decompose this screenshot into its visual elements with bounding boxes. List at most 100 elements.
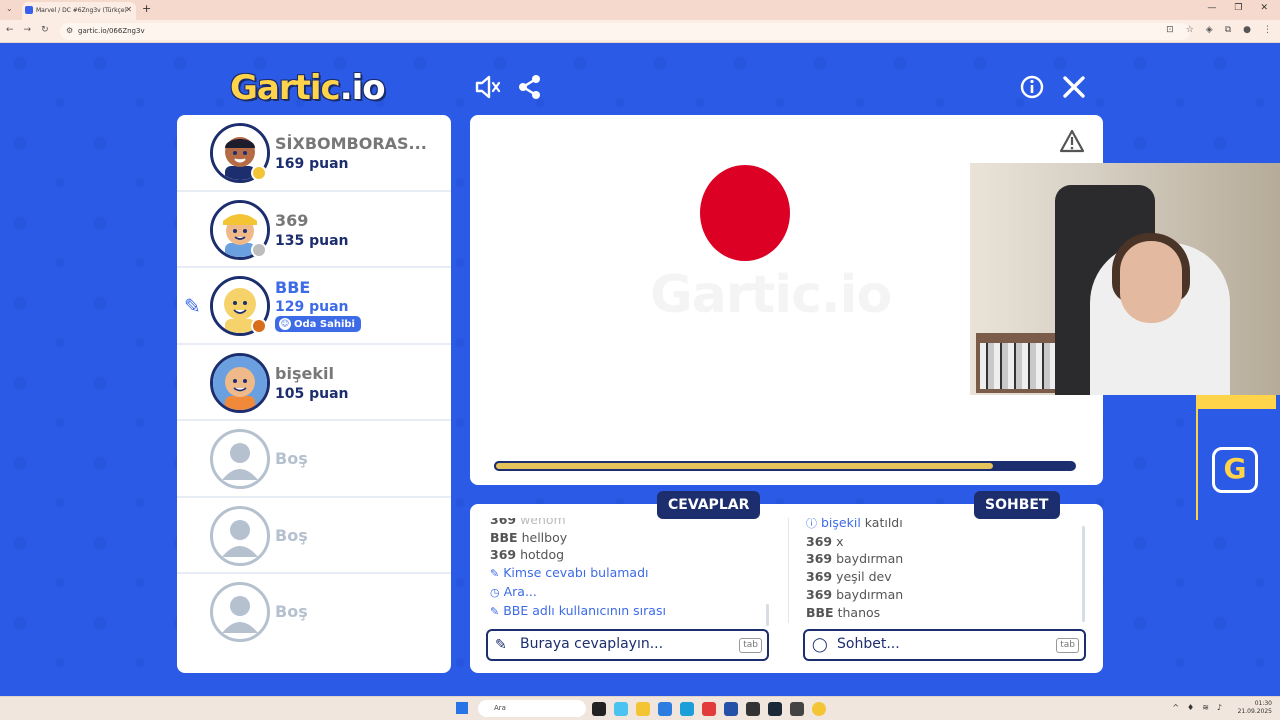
report-warning-icon[interactable] <box>1059 129 1085 153</box>
pencil-icon: ✎ <box>490 604 500 618</box>
site-info-icon[interactable]: ⚙ <box>66 26 73 35</box>
clock[interactable]: 01:30 21.09.2025 <box>1238 700 1272 716</box>
owner-label: Oda Sahibi <box>294 318 355 330</box>
steam-icon[interactable] <box>768 702 782 716</box>
card-top-strip <box>1198 395 1276 409</box>
webcam-face <box>1120 241 1182 323</box>
player-row-drawing: ✎ BBE 129 puan ☺ Oda Sahibi <box>177 268 451 345</box>
chevron-up-icon[interactable]: ^ <box>1172 703 1179 712</box>
answers-scrollbar[interactable] <box>766 604 769 626</box>
system-message: ◷ Ara... <box>490 583 537 599</box>
round-timer-bar <box>494 461 1076 471</box>
bookmark-star-icon[interactable]: ☆ <box>1186 25 1194 35</box>
chat-input[interactable] <box>837 636 1052 652</box>
url-field[interactable]: ⚙ gartic.io/066Zng3v <box>60 23 1190 40</box>
system-message: ✎ BBE adlı kullanıcının sırası <box>490 602 666 618</box>
status-dot <box>251 318 267 334</box>
answer-input[interactable] <box>520 636 735 652</box>
player-score: 129 puan <box>275 299 349 315</box>
clock-icon: ◷ <box>490 585 500 599</box>
forward-icon[interactable]: → <box>24 25 32 35</box>
room-owner-badge: ☺ Oda Sahibi <box>275 316 361 332</box>
player-row: bişekil 105 puan <box>177 345 451 421</box>
app-icon[interactable] <box>746 702 760 716</box>
answer-message: BBE hellboy <box>490 529 568 545</box>
chat-message: 369 yeşil dev <box>806 569 892 585</box>
chat-message: BBE thanos <box>806 604 881 620</box>
share-icon[interactable] <box>516 73 544 101</box>
chrome-icon[interactable] <box>812 702 826 716</box>
menu-icon[interactable]: ⋮ <box>1263 25 1272 35</box>
player-score: 135 puan <box>275 232 349 249</box>
opera-icon[interactable] <box>702 702 716 716</box>
tab-list-icon[interactable]: ⌄ <box>6 4 13 13</box>
column-divider <box>788 518 789 623</box>
windows-taskbar: Ara ^ ♦ ≋ ♪ 01:30 21.09.2025 <box>0 696 1280 720</box>
minimize-icon[interactable]: — <box>1207 3 1216 13</box>
player-name: SİXBOMBORAS... <box>275 134 427 153</box>
drawn-red-circle <box>700 165 790 261</box>
answer-message: 369 hotdog <box>490 547 565 563</box>
chat-scrollbar[interactable] <box>1082 526 1085 622</box>
app-icon[interactable] <box>658 702 672 716</box>
chat-bubble-icon: ◯ <box>812 637 828 653</box>
empty-avatar-icon <box>210 582 270 642</box>
answers-tab[interactable]: CEVAPLAR <box>657 491 761 519</box>
close-icon[interactable] <box>1060 73 1088 101</box>
volume-icon[interactable]: ♪ <box>1217 703 1222 712</box>
player-name: 369 <box>275 210 309 230</box>
chat-list: ⓘ bişekil katıldı 369 x 369 baydırman 369… <box>806 518 1076 624</box>
pencil-icon: ✎ <box>495 637 507 653</box>
info-icon[interactable] <box>1018 73 1046 101</box>
gartic-g-icon: G <box>1212 447 1258 493</box>
empty-slot: Boş <box>177 574 451 651</box>
browser-tab-bar: ⌄ Marvel / DC #6Zng3v (Türkçe) ✕ + — ❐ ✕ <box>0 0 1280 20</box>
mic-icon[interactable]: ♦ <box>1187 703 1194 712</box>
status-dot <box>251 165 267 181</box>
maximize-icon[interactable]: ❐ <box>1234 3 1242 13</box>
sound-icon[interactable] <box>473 73 501 101</box>
tab-close-icon[interactable]: ✕ <box>125 5 132 14</box>
wifi-icon[interactable]: ≋ <box>1202 703 1209 712</box>
gartic-promo-card: G <box>1196 395 1276 520</box>
player-name: bişekil <box>275 363 334 383</box>
empty-slot-label: Boş <box>275 525 308 545</box>
back-icon[interactable]: ← <box>6 25 14 35</box>
taskbar-apps <box>592 702 826 716</box>
chat-tab[interactable]: SOHBET <box>974 491 1060 519</box>
pencil-icon: ✎ <box>490 567 500 581</box>
browser-tab[interactable]: Marvel / DC #6Zng3v (Türkçe) ✕ <box>22 2 136 20</box>
new-tab-icon[interactable]: + <box>142 2 151 15</box>
window-controls: — ❐ ✕ <box>1207 3 1268 13</box>
taskbar-search[interactable]: Ara <box>478 700 586 717</box>
player-score: 169 puan <box>275 156 349 172</box>
pencil-icon: ✎ <box>184 294 201 318</box>
reload-icon[interactable]: ↻ <box>41 25 49 35</box>
info-small-icon: ⓘ <box>806 518 817 530</box>
answers-list: 369 wenom BBE hellboy 369 hotdog ✎ Kimse … <box>490 518 770 624</box>
puzzle-icon[interactable]: ⧉ <box>1225 25 1231 35</box>
extension-icon[interactable]: ◈ <box>1206 25 1213 35</box>
folder-icon[interactable] <box>636 702 650 716</box>
edge-icon[interactable] <box>680 702 694 716</box>
app-icon[interactable] <box>724 702 738 716</box>
player-score: 105 puan <box>275 385 349 402</box>
install-icon[interactable]: ⊡ <box>1166 25 1174 35</box>
tab-key-hint: tab <box>1056 638 1079 653</box>
chat-input-box[interactable]: ◯ tab <box>803 629 1086 661</box>
player-row: 369 135 puan <box>177 192 451 268</box>
chat-message: 369 x <box>806 533 844 549</box>
close-window-icon[interactable]: ✕ <box>1260 3 1268 13</box>
answer-input-box[interactable]: ✎ tab <box>486 629 769 661</box>
nav-buttons: ← → ↻ <box>6 25 49 35</box>
app-icon[interactable] <box>790 702 804 716</box>
profile-icon[interactable]: ● <box>1243 25 1251 35</box>
empty-slot: Boş <box>177 498 451 574</box>
windows-start-icon[interactable] <box>456 702 468 714</box>
empty-avatar-icon <box>210 429 270 489</box>
app-icon[interactable] <box>614 702 628 716</box>
app-icon[interactable] <box>592 702 606 716</box>
url-text: gartic.io/066Zng3v <box>78 27 145 35</box>
gartic-logo: Gartic.io <box>230 68 386 108</box>
crown-icon: ☺ <box>279 318 291 330</box>
